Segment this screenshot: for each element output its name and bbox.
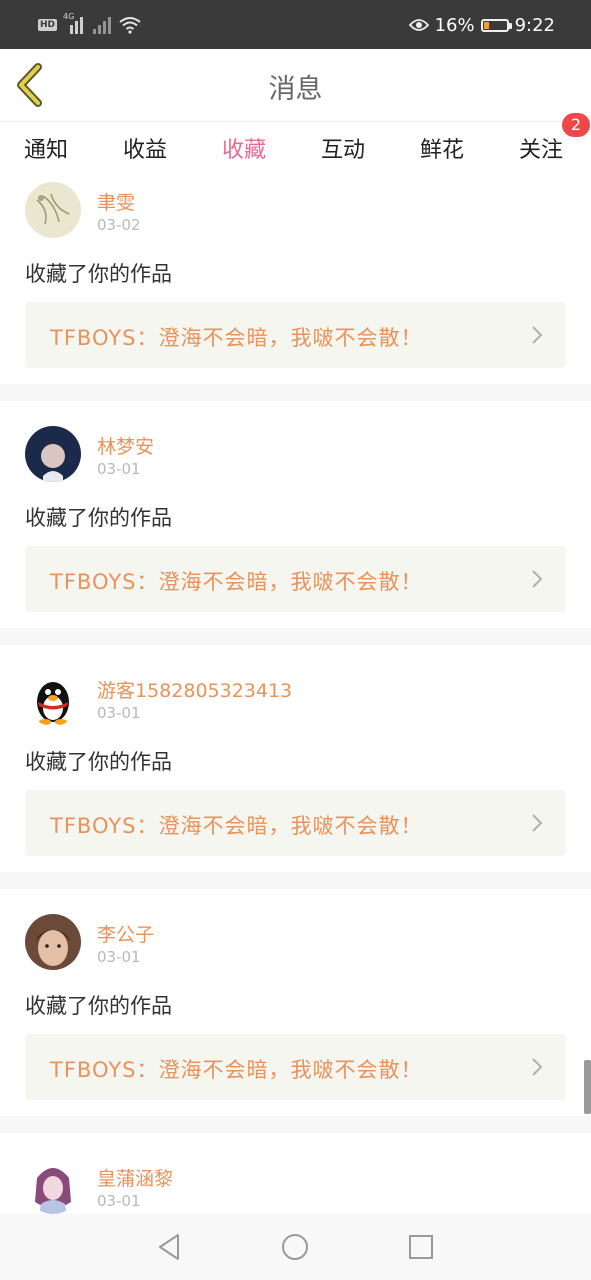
action-text: 收藏了你的作品: [25, 506, 172, 530]
home-circle-icon[interactable]: [280, 1232, 310, 1262]
timestamp: 03-01: [97, 460, 141, 478]
scrollbar[interactable]: [584, 1060, 591, 1114]
avatar[interactable]: [25, 914, 81, 970]
work-title: TFBOYS：澄海不会暗，我啵不会散！: [50, 326, 423, 350]
system-nav-bar: [0, 1214, 591, 1280]
status-bar: HD 4G 16% 9:22: [0, 0, 591, 49]
status-icons-right: 16% 9:22: [408, 13, 555, 37]
avatar[interactable]: [25, 426, 81, 482]
signal-icon: 4G: [63, 12, 85, 34]
list-item: 林梦安 03-01 收藏了你的作品 TFBOYS：澄海不会暗，我啵不会散！: [0, 401, 591, 628]
list-item: 李公子 03-01 收藏了你的作品 TFBOYS：澄海不会暗，我啵不会散！: [0, 889, 591, 1116]
work-link[interactable]: TFBOYS：澄海不会暗，我啵不会散！: [25, 790, 566, 856]
recents-square-icon[interactable]: [406, 1232, 436, 1262]
chevron-right-icon: [532, 326, 543, 344]
action-text: 收藏了你的作品: [25, 262, 172, 286]
list-item: 游客1582805323413 03-01 收藏了你的作品 TFBOYS：澄海不…: [0, 645, 591, 872]
title-bar: 消息: [0, 49, 591, 122]
timestamp: 03-01: [97, 1192, 141, 1210]
work-title: TFBOYS：澄海不会暗，我啵不会散！: [50, 1058, 423, 1082]
chevron-right-icon: [532, 1058, 543, 1076]
favorites-feed[interactable]: 聿雯 03-02 收藏了你的作品 TFBOYS：澄海不会暗，我啵不会散！ 林梦安…: [0, 174, 591, 1214]
username[interactable]: 皇蒲涵黎: [97, 1164, 173, 1191]
list-item: 皇蒲涵黎 03-01: [0, 1133, 591, 1214]
battery-icon: [480, 18, 512, 32]
tab-following[interactable]: 关注: [519, 132, 563, 164]
tab-bar: 通知 收益 收藏 互动 鲜花 关注: [0, 122, 591, 178]
work-link[interactable]: TFBOYS：澄海不会暗，我啵不会散！: [25, 302, 566, 368]
username[interactable]: 聿雯: [97, 188, 135, 215]
back-triangle-icon[interactable]: [154, 1232, 184, 1262]
following-count-badge: 2: [562, 113, 590, 137]
work-link[interactable]: TFBOYS：澄海不会暗，我啵不会散！: [25, 1034, 566, 1100]
tab-notifications[interactable]: 通知: [24, 132, 68, 164]
tab-earnings[interactable]: 收益: [123, 132, 167, 164]
avatar[interactable]: [25, 182, 81, 238]
timestamp: 03-01: [97, 704, 141, 722]
username[interactable]: 林梦安: [97, 432, 154, 459]
timestamp: 03-01: [97, 948, 141, 966]
wifi-icon: [119, 17, 141, 34]
username[interactable]: 李公子: [97, 920, 154, 947]
chevron-right-icon: [532, 814, 543, 832]
timestamp: 03-02: [97, 216, 141, 234]
action-text: 收藏了你的作品: [25, 994, 172, 1018]
page-title: 消息: [268, 74, 323, 105]
avatar[interactable]: [25, 1158, 81, 1214]
eye-icon: [408, 19, 429, 31]
work-title: TFBOYS：澄海不会暗，我啵不会散！: [50, 814, 423, 838]
hd-icon: HD: [38, 19, 58, 31]
tab-flowers[interactable]: 鲜花: [420, 132, 464, 164]
tab-favorites-label: 收藏: [222, 138, 267, 163]
username[interactable]: 游客1582805323413: [97, 676, 292, 703]
chevron-right-icon: [532, 570, 543, 588]
status-icons-left: HD 4G: [38, 12, 141, 37]
work-title: TFBOYS：澄海不会暗，我啵不会散！: [50, 570, 423, 594]
list-item: 聿雯 03-02 收藏了你的作品 TFBOYS：澄海不会暗，我啵不会散！: [0, 174, 591, 384]
no-signal-icon: [91, 16, 113, 34]
work-link[interactable]: TFBOYS：澄海不会暗，我啵不会散！: [25, 546, 566, 612]
clock: 9:22: [514, 14, 555, 36]
tab-favorites[interactable]: 收藏: [222, 132, 267, 178]
battery-percent: 16%: [434, 14, 475, 36]
action-text: 收藏了你的作品: [25, 750, 172, 774]
avatar[interactable]: [25, 670, 81, 726]
tab-interactions[interactable]: 互动: [321, 132, 365, 164]
